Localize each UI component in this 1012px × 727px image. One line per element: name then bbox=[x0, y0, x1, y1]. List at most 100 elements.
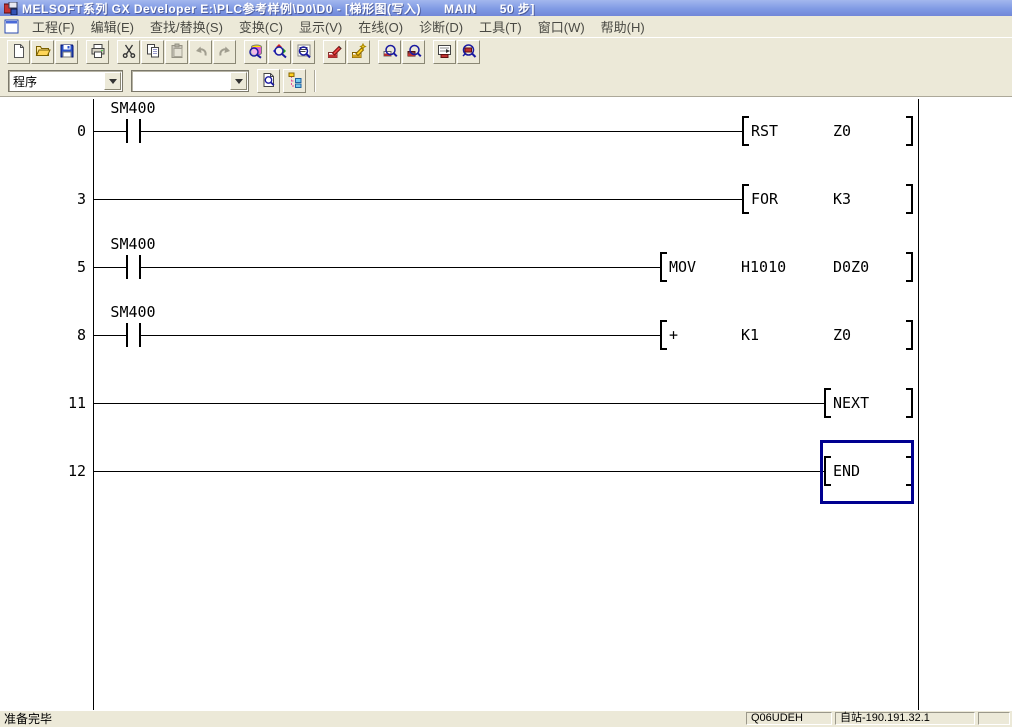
monitor-write-mode-button[interactable] bbox=[347, 40, 370, 64]
status-bar: 准备完毕 Q06UDEH 自站-190.191.32.1 bbox=[0, 710, 1012, 726]
instruction-close-bracket bbox=[906, 388, 913, 418]
mdi-child-icon[interactable] bbox=[4, 19, 20, 34]
connection-panel: 自站-190.191.32.1 bbox=[835, 712, 975, 725]
main-toolbar bbox=[0, 38, 1012, 66]
save-button[interactable] bbox=[55, 40, 78, 64]
secondary-toolbar-buttons bbox=[257, 69, 306, 93]
rung-wire bbox=[93, 335, 126, 336]
find-contact-icon bbox=[248, 43, 264, 62]
chevron-down-icon bbox=[235, 79, 243, 84]
instruction-close-bracket bbox=[906, 252, 913, 282]
find-instruction-button[interactable] bbox=[292, 40, 315, 64]
instruction-operand[interactable]: K1 bbox=[741, 327, 759, 343]
project-data-list-icon bbox=[287, 72, 303, 91]
instruction-open-bracket bbox=[660, 320, 667, 350]
print-icon bbox=[90, 43, 106, 62]
toolbar-group bbox=[86, 40, 109, 64]
instruction-close-bracket bbox=[906, 116, 913, 146]
rung-wire bbox=[93, 131, 126, 132]
menu-item-find[interactable]: 查找/替换(S) bbox=[142, 14, 231, 39]
secondary-toolbar: 程序 bbox=[0, 66, 1012, 96]
write-mode-icon bbox=[327, 43, 343, 62]
status-extra-panel bbox=[978, 712, 1010, 725]
read-mode-button[interactable] bbox=[378, 40, 401, 64]
program-combo-dropdown-button[interactable] bbox=[104, 72, 121, 90]
copy-icon bbox=[145, 43, 161, 62]
gx-developer-window: MELSOFT系列 GX Developer E:\PLC参考样例\D0\D0 … bbox=[0, 0, 1012, 726]
cut-button[interactable] bbox=[117, 40, 140, 64]
ladder-monitor-icon bbox=[437, 43, 453, 62]
monitor-mode-button[interactable] bbox=[402, 40, 425, 64]
instruction-operand[interactable]: K3 bbox=[833, 191, 851, 207]
selection-cursor[interactable] bbox=[820, 440, 914, 504]
step-number: 12 bbox=[0, 463, 86, 479]
menu-item-view[interactable]: 显示(V) bbox=[291, 14, 350, 39]
open-folder-icon bbox=[35, 43, 51, 62]
status-message: 准备完毕 bbox=[4, 710, 743, 727]
zoom-document-icon bbox=[261, 72, 277, 91]
write-mode-button[interactable] bbox=[323, 40, 346, 64]
ladder-monitor-button[interactable] bbox=[433, 40, 456, 64]
app-icon bbox=[4, 2, 18, 15]
redo-button bbox=[213, 40, 236, 64]
toolbar-group bbox=[117, 40, 236, 64]
project-data-list-button[interactable] bbox=[283, 69, 306, 93]
contact-label: SM400 bbox=[101, 236, 165, 253]
contact-bar-left[interactable] bbox=[126, 323, 128, 347]
instruction-operand[interactable]: Z0 bbox=[833, 327, 851, 343]
instruction-open-bracket bbox=[742, 116, 749, 146]
find-contact-button[interactable] bbox=[244, 40, 267, 64]
undo-icon bbox=[193, 43, 209, 62]
instruction-mnemonic[interactable]: RST bbox=[751, 123, 778, 139]
open-folder-button[interactable] bbox=[31, 40, 54, 64]
device-monitor-icon bbox=[461, 43, 477, 62]
program-type-combobox[interactable]: 程序 bbox=[8, 70, 123, 92]
save-icon bbox=[59, 43, 75, 62]
data-combo-dropdown-button[interactable] bbox=[230, 72, 247, 90]
menu-item-online[interactable]: 在线(O) bbox=[350, 14, 411, 39]
cut-icon bbox=[121, 43, 137, 62]
step-number: 8 bbox=[0, 327, 86, 343]
rung-wire bbox=[141, 267, 660, 268]
redo-icon bbox=[217, 43, 233, 62]
step-number: 5 bbox=[0, 259, 86, 275]
print-button[interactable] bbox=[86, 40, 109, 64]
rung-wire bbox=[93, 199, 742, 200]
instruction-operand[interactable]: Z0 bbox=[833, 123, 851, 139]
zoom-document-button[interactable] bbox=[257, 69, 280, 93]
chevron-down-icon bbox=[109, 79, 117, 84]
menu-item-project[interactable]: 工程(F) bbox=[24, 14, 83, 39]
instruction-operand[interactable]: H1010 bbox=[741, 259, 786, 275]
new-file-icon bbox=[11, 43, 27, 62]
instruction-close-bracket bbox=[906, 184, 913, 214]
menu-item-diagnostics[interactable]: 诊断(D) bbox=[411, 14, 471, 39]
instruction-mnemonic[interactable]: + bbox=[669, 327, 678, 343]
monitor-mode-icon bbox=[406, 43, 422, 62]
menu-item-edit[interactable]: 编辑(E) bbox=[83, 14, 142, 39]
find-instruction-icon bbox=[296, 43, 312, 62]
rung-wire bbox=[141, 335, 660, 336]
find-device-button[interactable] bbox=[268, 40, 291, 64]
read-mode-icon bbox=[382, 43, 398, 62]
menu-item-tools[interactable]: 工具(T) bbox=[471, 14, 530, 39]
contact-bar-left[interactable] bbox=[126, 119, 128, 143]
new-file-button[interactable] bbox=[7, 40, 30, 64]
menu-item-convert[interactable]: 变换(C) bbox=[231, 14, 291, 39]
device-monitor-button[interactable] bbox=[457, 40, 480, 64]
program-type-value: 程序 bbox=[9, 73, 104, 90]
toolbar-group bbox=[7, 40, 78, 64]
rung-wire bbox=[141, 131, 742, 132]
instruction-mnemonic[interactable]: NEXT bbox=[833, 395, 869, 411]
menu-item-window[interactable]: 窗口(W) bbox=[530, 14, 593, 39]
ladder-canvas[interactable]: 0SM400RSTZ03FORK35SM400MOVH1010D0Z08SM40… bbox=[0, 96, 1012, 710]
instruction-mnemonic[interactable]: MOV bbox=[669, 259, 696, 275]
toolbar-group bbox=[433, 40, 480, 64]
menu-item-help[interactable]: 帮助(H) bbox=[593, 14, 653, 39]
copy-button[interactable] bbox=[141, 40, 164, 64]
data-name-combobox[interactable] bbox=[131, 70, 249, 92]
toolbar-group bbox=[244, 40, 315, 64]
contact-label: SM400 bbox=[101, 304, 165, 321]
instruction-operand[interactable]: D0Z0 bbox=[833, 259, 869, 275]
instruction-mnemonic[interactable]: FOR bbox=[751, 191, 778, 207]
contact-bar-left[interactable] bbox=[126, 255, 128, 279]
